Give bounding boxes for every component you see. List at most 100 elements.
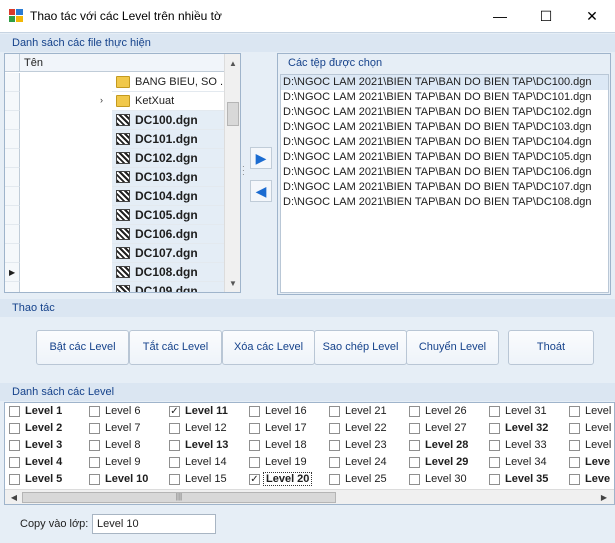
selected-file-item[interactable]: D:\NGOC LAM 2021\BIEN TAP\BAN DO BIEN TA… <box>281 75 608 90</box>
checkbox-unchecked-icon[interactable] <box>569 474 580 485</box>
checkbox-unchecked-icon[interactable] <box>409 474 420 485</box>
level-checkbox-item[interactable]: Level 2 <box>5 420 85 437</box>
checkbox-unchecked-icon[interactable] <box>329 423 340 434</box>
level-checkbox-item[interactable]: Level 18 <box>245 437 325 454</box>
row-header[interactable] <box>5 111 20 130</box>
checkbox-unchecked-icon[interactable] <box>329 474 340 485</box>
enable-levels-button[interactable]: Bật các Level <box>36 330 129 365</box>
row-header[interactable] <box>5 92 20 111</box>
level-checkbox-item[interactable]: Level 16 <box>245 403 325 420</box>
checkbox-unchecked-icon[interactable] <box>409 457 420 468</box>
checkbox-checked-icon[interactable]: ✓ <box>249 474 260 485</box>
selected-file-item[interactable]: D:\NGOC LAM 2021\BIEN TAP\BAN DO BIEN TA… <box>281 165 608 180</box>
level-checkbox-item[interactable]: Level 9 <box>85 454 165 471</box>
checkbox-unchecked-icon[interactable] <box>89 440 100 451</box>
disable-levels-button[interactable]: Tắt các Level <box>129 330 222 365</box>
level-checkbox-item[interactable]: Level 14 <box>165 454 245 471</box>
checkbox-unchecked-icon[interactable] <box>489 406 500 417</box>
level-checkbox-item[interactable]: ✓ Level 20 <box>245 471 325 488</box>
file-row[interactable]: DC105.dgn <box>5 206 225 225</box>
minimize-button[interactable]: — <box>477 0 523 32</box>
tree-vertical-scrollbar[interactable]: ▲ ▼ <box>224 54 240 292</box>
level-checkbox-item[interactable]: Level 12 <box>165 420 245 437</box>
checkbox-unchecked-icon[interactable] <box>89 406 100 417</box>
file-row[interactable]: DC107.dgn <box>5 244 225 263</box>
level-checkbox-item[interactable]: Level 15 <box>165 471 245 488</box>
checkbox-unchecked-icon[interactable] <box>489 440 500 451</box>
levels-horizontal-scrollbar[interactable]: ◀ ||| ▶ <box>5 489 614 504</box>
arrow-right-icon[interactable]: ▶ <box>250 147 272 169</box>
level-checkbox-item[interactable]: Level 30 <box>405 471 485 488</box>
file-row[interactable]: DC102.dgn <box>5 149 225 168</box>
level-checkbox-item[interactable]: Leve <box>565 471 614 488</box>
level-checkbox-item[interactable]: Level <box>565 420 614 437</box>
checkbox-unchecked-icon[interactable] <box>569 406 580 417</box>
level-checkbox-item[interactable]: Level 31 <box>485 403 565 420</box>
checkbox-unchecked-icon[interactable] <box>329 406 340 417</box>
file-tree[interactable]: Tên BANG BIEU, SO ... › KetXuat DC100.dgn DC… <box>4 53 241 293</box>
checkbox-unchecked-icon[interactable] <box>249 440 260 451</box>
checkbox-unchecked-icon[interactable] <box>409 440 420 451</box>
level-checkbox-item[interactable]: Level 6 <box>85 403 165 420</box>
level-checkbox-item[interactable]: Level 29 <box>405 454 485 471</box>
row-header[interactable]: ▶ <box>5 263 20 282</box>
row-header[interactable] <box>5 168 20 187</box>
folder-row[interactable]: › KetXuat <box>5 92 225 111</box>
exit-button[interactable]: Thoát <box>508 330 594 365</box>
checkbox-unchecked-icon[interactable] <box>329 457 340 468</box>
scroll-up-icon[interactable]: ▲ <box>225 56 240 72</box>
checkbox-unchecked-icon[interactable] <box>489 423 500 434</box>
checkbox-unchecked-icon[interactable] <box>169 423 180 434</box>
checkbox-unchecked-icon[interactable] <box>489 457 500 468</box>
checkbox-unchecked-icon[interactable] <box>9 423 20 434</box>
row-header[interactable] <box>5 244 20 263</box>
expand-chevron-icon[interactable]: › <box>100 95 103 105</box>
splitter-grip[interactable]: · · · <box>242 163 245 179</box>
level-checkbox-item[interactable]: Level 26 <box>405 403 485 420</box>
checkbox-unchecked-icon[interactable] <box>169 457 180 468</box>
selected-file-item[interactable]: D:\NGOC LAM 2021\BIEN TAP\BAN DO BIEN TA… <box>281 150 608 165</box>
file-row[interactable]: DC109.dgn <box>5 282 225 292</box>
checkbox-unchecked-icon[interactable] <box>489 474 500 485</box>
file-row[interactable]: DC106.dgn <box>5 225 225 244</box>
selected-files-list[interactable]: D:\NGOC LAM 2021\BIEN TAP\BAN DO BIEN TA… <box>280 74 609 293</box>
checkbox-unchecked-icon[interactable] <box>9 440 20 451</box>
level-checkbox-item[interactable]: Level 32 <box>485 420 565 437</box>
checkbox-unchecked-icon[interactable] <box>409 423 420 434</box>
level-checkbox-item[interactable]: Level 22 <box>325 420 405 437</box>
level-checklist[interactable]: Level 1 Level 2 Level 3 Level 4 Level 5 Level… <box>4 402 615 505</box>
level-checkbox-item[interactable]: Level 24 <box>325 454 405 471</box>
level-checkbox-item[interactable]: Level 34 <box>485 454 565 471</box>
checkbox-unchecked-icon[interactable] <box>89 423 100 434</box>
level-checkbox-item[interactable]: Level 28 <box>405 437 485 454</box>
arrow-left-icon[interactable]: ◀ <box>250 180 272 202</box>
level-checkbox-item[interactable]: Level 19 <box>245 454 325 471</box>
move-level-button[interactable]: Chuyển Level <box>406 330 499 365</box>
row-header[interactable] <box>5 282 20 292</box>
level-checkbox-item[interactable]: Level 4 <box>5 454 85 471</box>
selected-file-item[interactable]: D:\NGOC LAM 2021\BIEN TAP\BAN DO BIEN TA… <box>281 195 608 210</box>
file-row[interactable]: DC103.dgn <box>5 168 225 187</box>
level-checkbox-item[interactable]: Leve <box>565 454 614 471</box>
level-checkbox-item[interactable]: Level 8 <box>85 437 165 454</box>
scroll-right-icon[interactable]: ▶ <box>597 490 611 504</box>
level-checkbox-item[interactable]: Level 33 <box>485 437 565 454</box>
checkbox-unchecked-icon[interactable] <box>409 406 420 417</box>
level-checkbox-item[interactable]: ✓ Level 11 <box>165 403 245 420</box>
checkbox-unchecked-icon[interactable] <box>169 474 180 485</box>
row-header[interactable] <box>5 225 20 244</box>
level-checkbox-item[interactable]: Level 25 <box>325 471 405 488</box>
row-header[interactable] <box>5 206 20 225</box>
file-row[interactable]: ▶ DC108.dgn <box>5 263 225 282</box>
checkbox-unchecked-icon[interactable] <box>89 474 100 485</box>
level-checkbox-item[interactable]: Level 13 <box>165 437 245 454</box>
level-checkbox-item[interactable]: Level 21 <box>325 403 405 420</box>
level-checkbox-item[interactable]: Level 7 <box>85 420 165 437</box>
scroll-thumb[interactable]: ||| <box>22 492 336 503</box>
checkbox-unchecked-icon[interactable] <box>569 423 580 434</box>
selected-file-item[interactable]: D:\NGOC LAM 2021\BIEN TAP\BAN DO BIEN TA… <box>281 90 608 105</box>
level-checkbox-item[interactable]: Level 17 <box>245 420 325 437</box>
level-checkbox-item[interactable]: Level 10 <box>85 471 165 488</box>
row-header[interactable] <box>5 130 20 149</box>
level-checkbox-item[interactable]: Level <box>565 437 614 454</box>
